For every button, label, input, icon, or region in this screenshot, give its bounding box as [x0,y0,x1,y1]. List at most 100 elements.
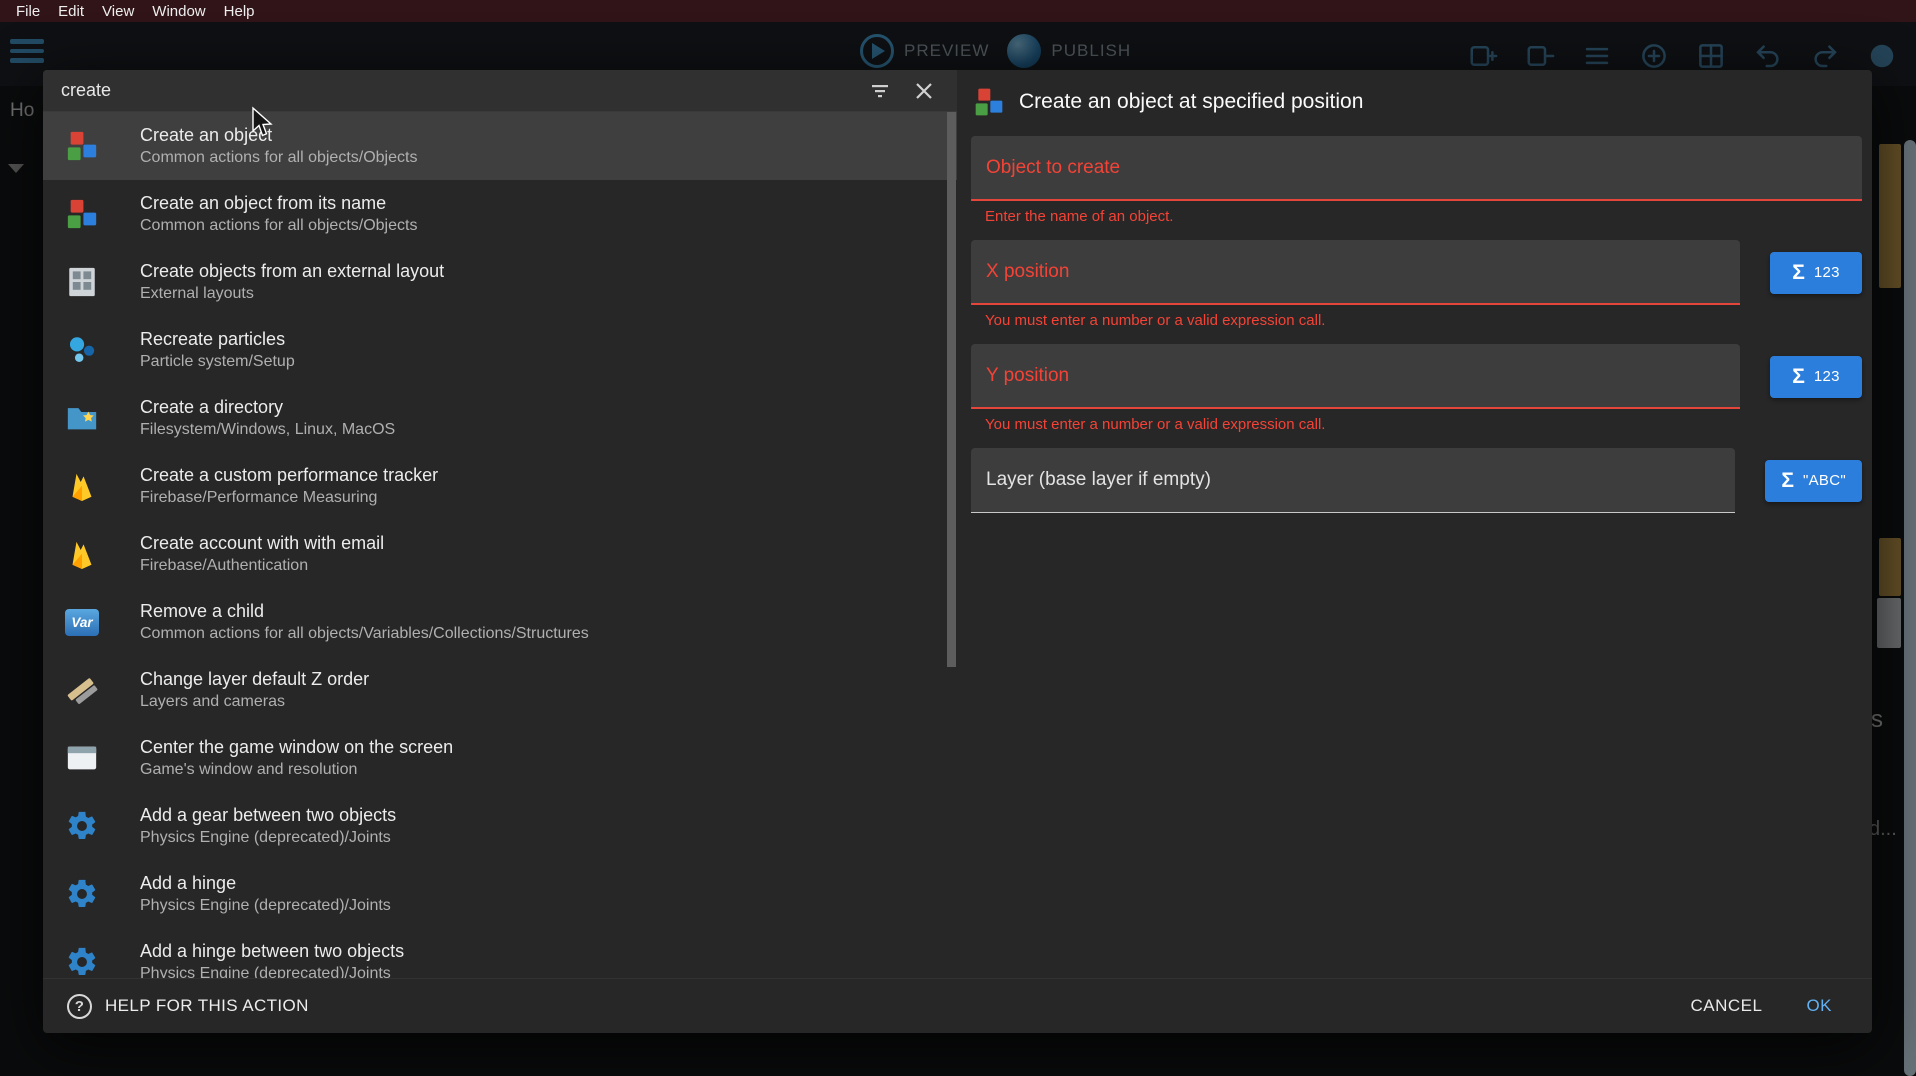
action-subtitle: Physics Engine (deprecated)/Joints [140,895,391,917]
expression-builder-button[interactable]: Σ 123 [1770,356,1862,398]
action-list-item[interactable]: Create an object from its name Common ac… [43,180,957,248]
mouse-cursor [250,106,274,140]
action-title: Change layer default Z order [140,668,369,691]
field-block: X position Σ 123 You must enter a number… [957,240,1872,330]
layers-icon [61,673,103,707]
field-block: Object to create Enter the name of an ob… [957,136,1872,226]
action-list-item[interactable]: Change layer default Z order Layers and … [43,656,957,724]
particles-icon [61,333,103,367]
objects-icon [61,129,103,163]
field-label: X position [986,261,1069,283]
help-label: HELP FOR THIS ACTION [105,996,309,1016]
action-subtitle: Filesystem/Windows, Linux, MacOS [140,419,395,441]
action-title: Remove a child [140,600,589,623]
folder-icon [61,401,103,435]
x-position-field[interactable]: X position [971,240,1740,305]
close-icon[interactable] [911,78,937,104]
action-config-panel: Create an object at specified position O… [957,70,1872,978]
action-subtitle: Physics Engine (deprecated)/Joints [140,963,404,979]
action-list-item[interactable]: Create a directory Filesystem/Windows, L… [43,384,957,452]
action-list-item[interactable]: Add a gear between two objects Physics E… [43,792,957,860]
action-list: Create an object Common actions for all … [43,112,957,978]
action-list-item[interactable]: Center the game window on the screen Gam… [43,724,957,792]
object-to-create-field[interactable]: Object to create [971,136,1862,201]
action-subtitle: External layouts [140,283,444,305]
action-subtitle: Common actions for all objects/Objects [140,147,417,169]
firebase-icon [61,469,103,503]
expression-builder-button[interactable]: Σ 123 [1770,252,1862,294]
menu-view[interactable]: View [93,3,143,20]
action-title: Create an object [140,124,417,147]
action-title: Create objects from an external layout [140,260,444,283]
detail-header: Create an object at specified position [973,86,1860,118]
field-label: Layer (base layer if empty) [986,469,1211,491]
firebase-icon [61,537,103,571]
variable-icon: Var [61,609,103,636]
objects-icon [973,86,1005,118]
action-title: Create an object from its name [140,192,417,215]
field-label: Y position [986,365,1069,387]
menu-bar: FileEditViewWindowHelp [0,0,1916,22]
action-title: Add a hinge between two objects [140,940,404,963]
search-input[interactable]: create [61,80,867,101]
action-subtitle: Firebase/Authentication [140,555,384,577]
action-subtitle: Common actions for all objects/Variables… [140,623,589,645]
menu-help[interactable]: Help [215,3,264,20]
action-subtitle: Particle system/Setup [140,351,295,373]
action-title: Center the game window on the screen [140,736,453,759]
list-scrollbar[interactable] [947,112,956,667]
menu-edit[interactable]: Edit [49,3,93,20]
fields-host: Object to create Enter the name of an ob… [957,136,1872,513]
search-bar: create [43,70,957,112]
help-button[interactable]: ? HELP FOR THIS ACTION [67,994,309,1019]
y-position-field[interactable]: Y position [971,344,1740,409]
action-title: Recreate particles [140,328,295,351]
action-subtitle: Layers and cameras [140,691,369,713]
action-list-item[interactable]: Var Remove a child Common actions for al… [43,588,957,656]
action-title: Add a hinge [140,872,391,895]
action-title: Create a custom performance tracker [140,464,438,487]
expression-type-label: 123 [1814,264,1840,281]
sigma-icon: Σ [1781,470,1794,491]
layer-base-layer-if-empty-field[interactable]: Layer (base layer if empty) [971,448,1735,513]
physics-icon [61,877,103,911]
layout-icon [61,265,103,299]
field-label: Object to create [986,157,1120,179]
action-title: Create account with with email [140,532,384,555]
action-title: Create a directory [140,396,395,419]
menu-file[interactable]: File [7,3,49,20]
sigma-icon: Σ [1792,366,1805,387]
field-helper-text: You must enter a number or a valid expre… [985,416,1862,434]
action-list-item[interactable]: Add a hinge between two objects Physics … [43,928,957,978]
action-subtitle: Physics Engine (deprecated)/Joints [140,827,396,849]
dialog-body: create Create an object Common actions f… [43,70,1872,978]
expression-builder-button[interactable]: Σ "ABC" [1765,460,1862,502]
field-block: Y position Σ 123 You must enter a number… [957,344,1872,434]
expression-type-label: "ABC" [1803,472,1846,489]
action-list-item[interactable]: Create a custom performance tracker Fire… [43,452,957,520]
action-subtitle: Firebase/Performance Measuring [140,487,438,509]
field-helper-text: You must enter a number or a valid expre… [985,312,1862,330]
expression-type-label: 123 [1814,368,1840,385]
help-icon: ? [67,994,92,1019]
filter-icon[interactable] [867,78,893,104]
action-list-item[interactable]: Create account with with email Firebase/… [43,520,957,588]
action-subtitle: Game's window and resolution [140,759,453,781]
action-list-item[interactable]: Add a hinge Physics Engine (deprecated)/… [43,860,957,928]
cancel-button[interactable]: CANCEL [1690,996,1762,1016]
field-helper-text: Enter the name of an object. [985,208,1862,226]
objects-icon [61,197,103,231]
action-list-item[interactable]: Recreate particles Particle system/Setup [43,316,957,384]
action-title-heading: Create an object at specified position [1019,90,1363,114]
field-block: Layer (base layer if empty) Σ "ABC" [957,448,1872,513]
menu-window[interactable]: Window [143,3,214,20]
physics-icon [61,809,103,843]
action-list-item[interactable]: Create objects from an external layout E… [43,248,957,316]
sigma-icon: Σ [1792,262,1805,283]
app-root: { "colors": { "error": "#f44336", "accen… [0,0,1916,1076]
window-icon [61,741,103,775]
ok-button[interactable]: OK [1806,996,1832,1016]
action-list-item[interactable]: Create an object Common actions for all … [43,112,957,180]
action-title: Add a gear between two objects [140,804,396,827]
physics-icon [61,945,103,978]
